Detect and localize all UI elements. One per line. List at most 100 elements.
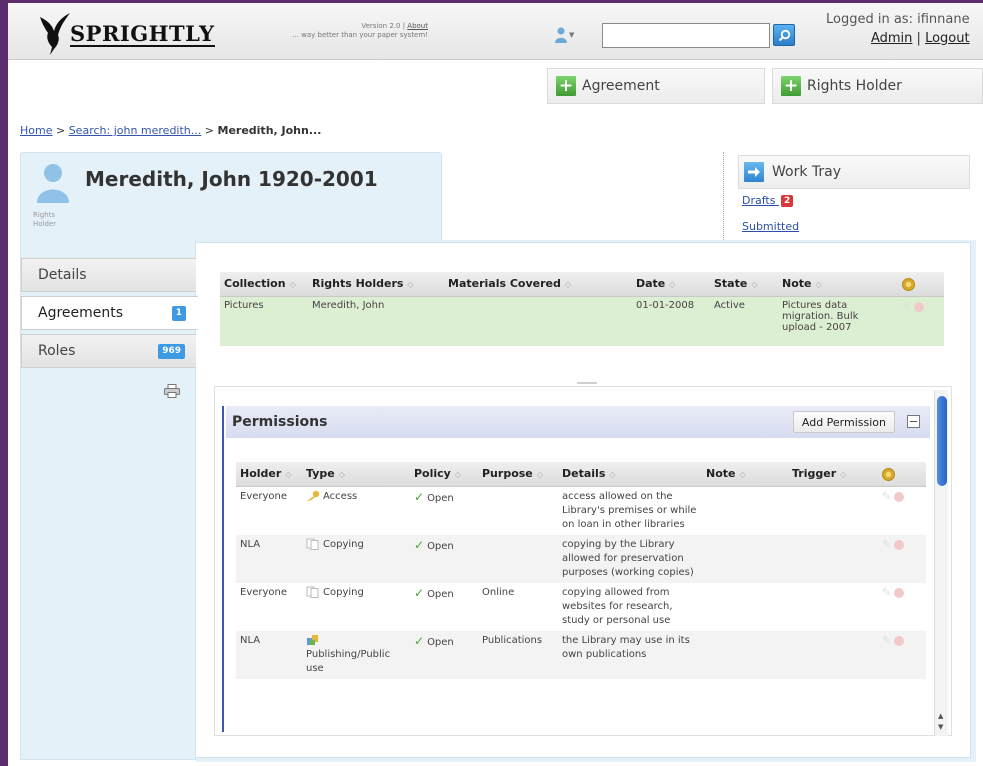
- cell-holder: NLA: [236, 630, 302, 679]
- user-type-select[interactable]: ▼: [555, 27, 574, 43]
- arrow-right-icon: [744, 162, 764, 182]
- cell-trigger: [788, 486, 878, 535]
- about-link[interactable]: About: [407, 22, 428, 30]
- permissions-panel: Permissions Add Permission Holder ◇ Type ◇…: [222, 406, 930, 732]
- admin-link[interactable]: Admin: [871, 31, 912, 46]
- column-header-materials[interactable]: Materials Covered ◇: [444, 272, 632, 297]
- cell-actions: ✎: [898, 296, 944, 346]
- plus-icon: +: [781, 76, 801, 96]
- collapse-icon[interactable]: [907, 415, 920, 428]
- edit-icon[interactable]: ✎: [882, 634, 891, 647]
- role-caption-line: Rights: [33, 211, 56, 219]
- column-header-details[interactable]: Details ◇: [558, 462, 702, 487]
- search-button[interactable]: [773, 24, 795, 46]
- cell-policy: ✓ Open: [410, 630, 478, 679]
- header-label: Trigger: [792, 467, 837, 481]
- delete-icon[interactable]: [894, 635, 905, 646]
- new-agreement-label: Agreement: [582, 78, 660, 94]
- header-label: Collection: [224, 277, 286, 291]
- tab-label: Details: [38, 267, 87, 283]
- add-permission-button[interactable]: Add Permission: [792, 411, 895, 433]
- cell-type: Copying: [302, 534, 410, 583]
- header-label: Details: [562, 467, 606, 481]
- sidebar: Details Agreements 1 Roles 969: [20, 240, 198, 760]
- breadcrumb-current: Meredith, John...: [217, 124, 322, 137]
- breadcrumb-separator: >: [55, 124, 66, 137]
- tab-details[interactable]: Details: [21, 258, 197, 292]
- column-header-policy[interactable]: Policy ◇: [410, 462, 478, 487]
- delete-icon[interactable]: [894, 491, 905, 502]
- table-row[interactable]: NLA Copying ✓ Open copying by the Library…: [236, 534, 926, 583]
- page-title: Meredith, John 1920-2001: [85, 167, 378, 191]
- column-header-note[interactable]: Note ◇: [702, 462, 788, 487]
- policy-label: Open: [427, 588, 454, 600]
- cell-date: 01-01-2008: [632, 296, 710, 346]
- cell-collection: Pictures: [220, 296, 308, 346]
- column-header-trigger[interactable]: Trigger ◇: [788, 462, 878, 487]
- cell-note: [702, 534, 788, 583]
- logout-link[interactable]: Logout: [925, 31, 970, 46]
- table-header-row: Holder ◇ Type ◇ Policy ◇ Purpose ◇ Details ◇ …: [236, 462, 926, 487]
- column-settings[interactable]: [878, 462, 926, 487]
- edit-icon[interactable]: ✎: [902, 300, 911, 313]
- sort-icon: ◇: [751, 280, 758, 290]
- table-row[interactable]: NLA Publishing/Public use ✓ Open Publicat…: [236, 630, 926, 679]
- scrollbar-thumb[interactable]: [937, 396, 947, 486]
- delete-icon[interactable]: [894, 539, 905, 550]
- column-header-purpose[interactable]: Purpose ◇: [478, 462, 558, 487]
- check-icon: ✓: [414, 585, 425, 600]
- work-tray-button[interactable]: Work Tray: [738, 155, 970, 189]
- column-header-rights-holders[interactable]: Rights Holders ◇: [308, 272, 444, 297]
- print-icon[interactable]: [164, 384, 180, 398]
- column-header-type[interactable]: Type ◇: [302, 462, 410, 487]
- edit-icon[interactable]: ✎: [882, 490, 891, 503]
- copy-icon: [306, 586, 319, 598]
- scroll-up-icon[interactable]: ▲: [938, 712, 943, 720]
- cell-actions: ✎: [878, 486, 926, 535]
- scroll-down-icon[interactable]: ▼: [938, 723, 943, 731]
- edit-icon[interactable]: ✎: [882, 586, 891, 599]
- breadcrumb-search[interactable]: Search: john meredith...: [69, 124, 202, 137]
- cell-purpose: Online: [482, 586, 515, 598]
- column-settings[interactable]: [898, 272, 944, 297]
- cell-note: Pictures data migration. Bulk upload - 2…: [778, 296, 898, 346]
- breadcrumb-home[interactable]: Home: [20, 124, 52, 137]
- edit-icon[interactable]: ✎: [882, 538, 891, 551]
- cell-trigger: [788, 534, 878, 583]
- breadcrumb: Home > Search: john meredith... > Meredi…: [20, 124, 321, 137]
- header-label: Note: [706, 467, 736, 481]
- policy-label: Open: [427, 540, 454, 552]
- table-row[interactable]: Everyone Access ✓ Open access allowed on …: [236, 486, 926, 535]
- tab-agreements[interactable]: Agreements 1: [21, 296, 198, 330]
- drafts-link[interactable]: Drafts 2: [742, 194, 794, 207]
- check-icon: ✓: [414, 537, 425, 552]
- column-header-date[interactable]: Date ◇: [632, 272, 710, 297]
- column-header-state[interactable]: State ◇: [710, 272, 778, 297]
- sort-icon: ◇: [815, 280, 822, 290]
- column-header-note[interactable]: Note ◇: [778, 272, 898, 297]
- header-label: Rights Holders: [312, 277, 404, 291]
- table-row[interactable]: Pictures Meredith, John 01-01-2008 Activ…: [220, 296, 944, 346]
- delete-icon[interactable]: [894, 587, 905, 598]
- app-logo[interactable]: SPRIGHTLY: [34, 11, 215, 57]
- delete-icon[interactable]: [914, 301, 925, 312]
- cell-note: [702, 486, 788, 535]
- cell-type: Access: [302, 486, 410, 535]
- column-header-collection[interactable]: Collection ◇: [220, 272, 308, 297]
- table-row[interactable]: Everyone Copying ✓ Open Online copying al…: [236, 583, 926, 631]
- breadcrumb-separator: >: [204, 124, 214, 137]
- vertical-scrollbar[interactable]: ▲ ▼: [934, 390, 948, 736]
- drafts-count-badge: 2: [780, 195, 794, 207]
- action-bar: + Agreement + Rights Holder: [8, 60, 983, 106]
- resize-handle[interactable]: [577, 382, 597, 384]
- new-rights-holder-button[interactable]: + Rights Holder: [772, 68, 983, 104]
- header-label: Type: [306, 467, 335, 481]
- new-agreement-button[interactable]: + Agreement: [547, 68, 765, 104]
- tab-roles[interactable]: Roles 969: [21, 334, 197, 368]
- search-input[interactable]: [602, 23, 770, 48]
- tagline: ... way better than your paper system!: [292, 31, 428, 39]
- sort-icon: ◇: [536, 470, 543, 480]
- column-header-holder[interactable]: Holder ◇: [236, 462, 302, 487]
- work-tray-label: Work Tray: [772, 164, 842, 180]
- submitted-link[interactable]: Submitted: [742, 220, 799, 233]
